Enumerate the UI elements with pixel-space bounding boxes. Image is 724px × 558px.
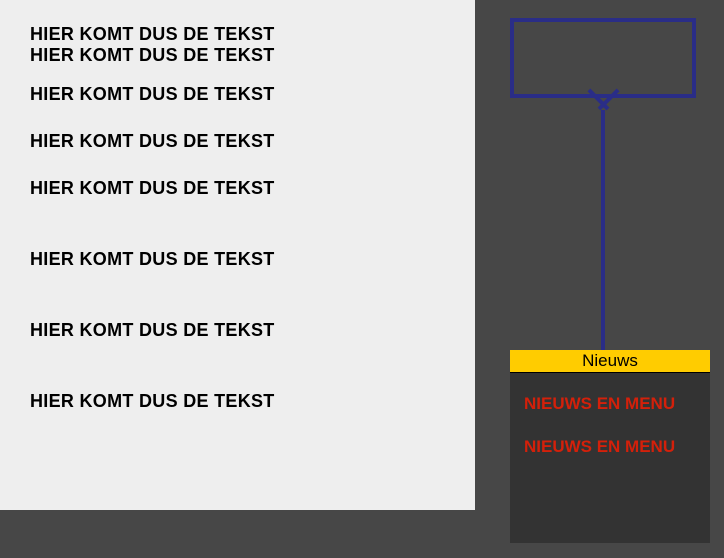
annotation-arrow-shaft: [601, 110, 605, 360]
content-text-line: HIER KOMT DUS DE TEKST: [30, 45, 475, 66]
content-text-line: HIER KOMT DUS DE TEKST: [30, 178, 475, 199]
content-text-line: HIER KOMT DUS DE TEKST: [30, 249, 475, 270]
content-text-line: HIER KOMT DUS DE TEKST: [30, 320, 475, 341]
content-text-line: HIER KOMT DUS DE TEKST: [30, 391, 475, 412]
news-item[interactable]: NIEUWS EN MENU: [524, 436, 696, 457]
news-item[interactable]: NIEUWS EN MENU: [524, 393, 696, 414]
annotation-box: [510, 18, 696, 98]
news-sidebar: Nieuws NIEUWS EN MENU NIEUWS EN MENU: [510, 350, 710, 543]
content-text-line: HIER KOMT DUS DE TEKST: [30, 84, 475, 105]
content-panel: HIER KOMT DUS DE TEKST HIER KOMT DUS DE …: [0, 0, 475, 510]
news-sidebar-body: NIEUWS EN MENU NIEUWS EN MENU: [510, 373, 710, 543]
news-sidebar-header: Nieuws: [510, 350, 710, 373]
content-text-line: HIER KOMT DUS DE TEKST: [30, 131, 475, 152]
content-text-line: HIER KOMT DUS DE TEKST: [30, 24, 475, 45]
